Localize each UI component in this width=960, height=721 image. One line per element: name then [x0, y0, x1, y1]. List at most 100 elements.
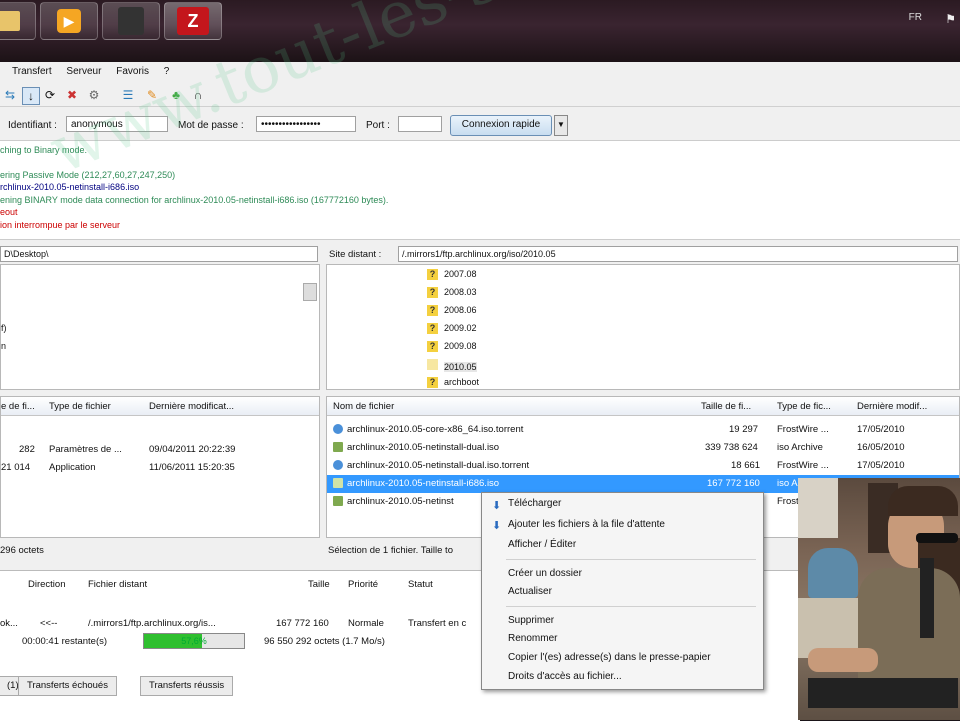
menu-favoris[interactable]: Favoris — [116, 66, 149, 77]
menu-item-add-to-queue[interactable]: Ajouter les fichiers à la file d'attente — [508, 519, 665, 530]
unknown-folder-icon: ? — [427, 323, 438, 334]
local-tree-scrollbar[interactable] — [303, 283, 317, 301]
menu-serveur[interactable]: Serveur — [66, 66, 101, 77]
username-label: Identifiant : — [8, 120, 57, 131]
tab-successful-transfers[interactable]: Transferts réussis — [140, 676, 234, 696]
col-filetype[interactable]: Type de fic... — [777, 401, 831, 412]
iso-file-icon — [333, 442, 343, 453]
quickconnect-button[interactable]: Connexion rapide — [450, 115, 552, 136]
local-file-row[interactable]: 21 014 Application 11/06/2011 15:20:35 — [1, 459, 319, 477]
username-field[interactable]: anonymous — [66, 116, 168, 132]
remote-tree-item[interactable]: ? 2008.06 — [427, 305, 477, 316]
local-status: 296 octets — [0, 545, 44, 556]
menu-item-rename[interactable]: Renommer — [508, 633, 557, 644]
remote-tree-item[interactable]: ? 2007.08 — [427, 269, 477, 280]
local-tree-item[interactable]: n — [1, 341, 6, 351]
sunglasses — [916, 533, 958, 543]
log-line: ening BINARY mode data connection for ar… — [0, 195, 389, 205]
menu-item-view-edit[interactable]: Afficher / Éditer — [508, 539, 576, 550]
log-line: rchlinux-2010.05-netinstall-i686.iso — [0, 182, 140, 192]
remote-tree-item[interactable]: ? 2009.02 — [427, 323, 477, 334]
tab-failed-transfers[interactable]: Transferts échoués — [18, 676, 117, 696]
local-list-header: e de fi... Type de fichier Dernière modi… — [1, 397, 319, 416]
col-priority[interactable]: Priorité — [348, 579, 378, 590]
filezilla-icon: Z — [177, 7, 209, 35]
app-taskbar-button[interactable] — [102, 2, 160, 40]
menu-bar: Transfert Serveur Favoris ? — [0, 66, 960, 80]
menu-transfert[interactable]: Transfert — [12, 66, 52, 77]
col-remote-file[interactable]: Fichier distant — [88, 579, 147, 590]
local-file-list: e de fi... Type de fichier Dernière modi… — [0, 396, 320, 538]
filter-icon[interactable]: ✎ — [144, 87, 160, 103]
col-direction[interactable]: Direction — [28, 579, 66, 590]
menu-separator — [506, 559, 756, 560]
port-field[interactable] — [398, 116, 442, 132]
remote-path-field[interactable]: /.mirrors1/ftp.archlinux.org/iso/2010.05 — [398, 246, 958, 262]
menu-item-copy-url[interactable]: Copier l'(es) adresse(s) dans le presse-… — [508, 652, 711, 663]
remote-tree-item-selected[interactable]: 2010.05 — [427, 359, 477, 372]
filezilla-taskbar-button[interactable]: Z — [164, 2, 222, 40]
log-line: ion interrompue par le serveur — [0, 220, 121, 230]
menu-item-download[interactable]: Télécharger — [508, 498, 561, 509]
search-remote-icon[interactable]: ∩ — [190, 87, 206, 103]
menu-item-permissions[interactable]: Droits d'accès au fichier... — [508, 671, 622, 682]
local-tree-item[interactable]: f) — [1, 323, 7, 333]
flag-icon[interactable]: ⚑ — [945, 12, 956, 26]
unknown-folder-icon: ? — [427, 269, 438, 280]
reconnect-icon[interactable]: ☰ — [120, 87, 136, 103]
open-folder-icon — [427, 359, 438, 370]
unknown-folder-icon: ? — [427, 305, 438, 316]
remote-tree-item[interactable]: ? 2009.08 — [427, 341, 477, 352]
col-status[interactable]: Statut — [408, 579, 433, 590]
menu-item-delete[interactable]: Supprimer — [508, 615, 554, 626]
col-filename[interactable]: Nom de fichier — [333, 401, 394, 412]
unknown-folder-icon: ? — [427, 377, 438, 388]
keyboard — [808, 678, 958, 708]
language-indicator[interactable]: FR — [909, 12, 922, 23]
disconnect-icon[interactable]: ⚙ — [86, 87, 102, 103]
compare-icon[interactable]: ♣ — [168, 87, 184, 103]
remote-tree-item[interactable]: ? 2008.03 — [427, 287, 477, 298]
message-log: ching to Binary mode. ering Passive Mode… — [0, 140, 960, 240]
col-modified[interactable]: Dernière modif... — [857, 401, 927, 412]
person-arm — [808, 648, 878, 672]
folder-icon — [0, 11, 20, 31]
remote-tree: ? 2007.08 ? 2008.03 ? 2008.06 ? 2009.02 ? 200… — [326, 264, 960, 390]
menu-help[interactable]: ? — [164, 66, 170, 77]
col-filesize[interactable]: Taille de fi... — [701, 401, 751, 412]
remote-file-row[interactable]: archlinux-2010.05-netinstall-dual.iso.to… — [327, 457, 959, 475]
local-file-row[interactable]: 282 Paramètres de ... 09/04/2011 20:22:3… — [1, 441, 319, 459]
local-path-field[interactable]: D\Desktop\ — [0, 246, 318, 262]
col-filesize[interactable]: e de fi... — [1, 401, 35, 412]
explorer-taskbar-button[interactable] — [0, 2, 36, 40]
sync-icon[interactable]: ⇆ — [2, 87, 18, 103]
col-modified[interactable]: Dernière modificat... — [149, 401, 234, 412]
cancel-icon[interactable]: ✖ — [64, 87, 80, 103]
quickconnect-dropdown-button[interactable]: ▼ — [554, 115, 568, 136]
refresh-icon[interactable]: ⟳ — [42, 87, 58, 103]
col-size[interactable]: Taille — [308, 579, 330, 590]
remote-path-bar: Site distant : /.mirrors1/ftp.archlinux.… — [326, 244, 960, 264]
menu-item-refresh[interactable]: Actualiser — [508, 586, 552, 597]
remote-tree-item[interactable]: ? archboot — [427, 377, 479, 388]
remote-site-label: Site distant : — [329, 249, 382, 260]
media-player-taskbar-button[interactable]: ▶ — [40, 2, 98, 40]
remote-file-row[interactable]: archlinux-2010.05-netinstall-dual.iso 33… — [327, 439, 959, 457]
progress-text: 57,6% — [181, 636, 207, 646]
transfer-progress-bar: 57,6% — [143, 633, 245, 649]
window-light — [798, 478, 838, 538]
microphone — [920, 558, 934, 638]
password-field[interactable]: ••••••••••••••••• — [256, 116, 356, 132]
iso-file-icon — [333, 496, 343, 507]
torrent-file-icon — [333, 424, 343, 435]
local-path-bar: D\Desktop\ — [0, 244, 320, 264]
menu-item-create-folder[interactable]: Créer un dossier — [508, 568, 582, 579]
remote-file-row[interactable]: archlinux-2010.05-core-x86_64.iso.torren… — [327, 421, 959, 439]
taskbar: ▶ Z FR ⚑ — [0, 0, 960, 62]
remote-status: Sélection de 1 fichier. Taille to — [328, 545, 453, 556]
context-menu: ⬇ Télécharger ⬇ Ajouter les fichiers à l… — [481, 492, 764, 690]
unknown-folder-icon: ? — [427, 287, 438, 298]
webcam-overlay — [798, 478, 960, 720]
transfer-queue-toggle-icon[interactable]: ↓ — [22, 87, 40, 105]
col-filetype[interactable]: Type de fichier — [49, 401, 111, 412]
